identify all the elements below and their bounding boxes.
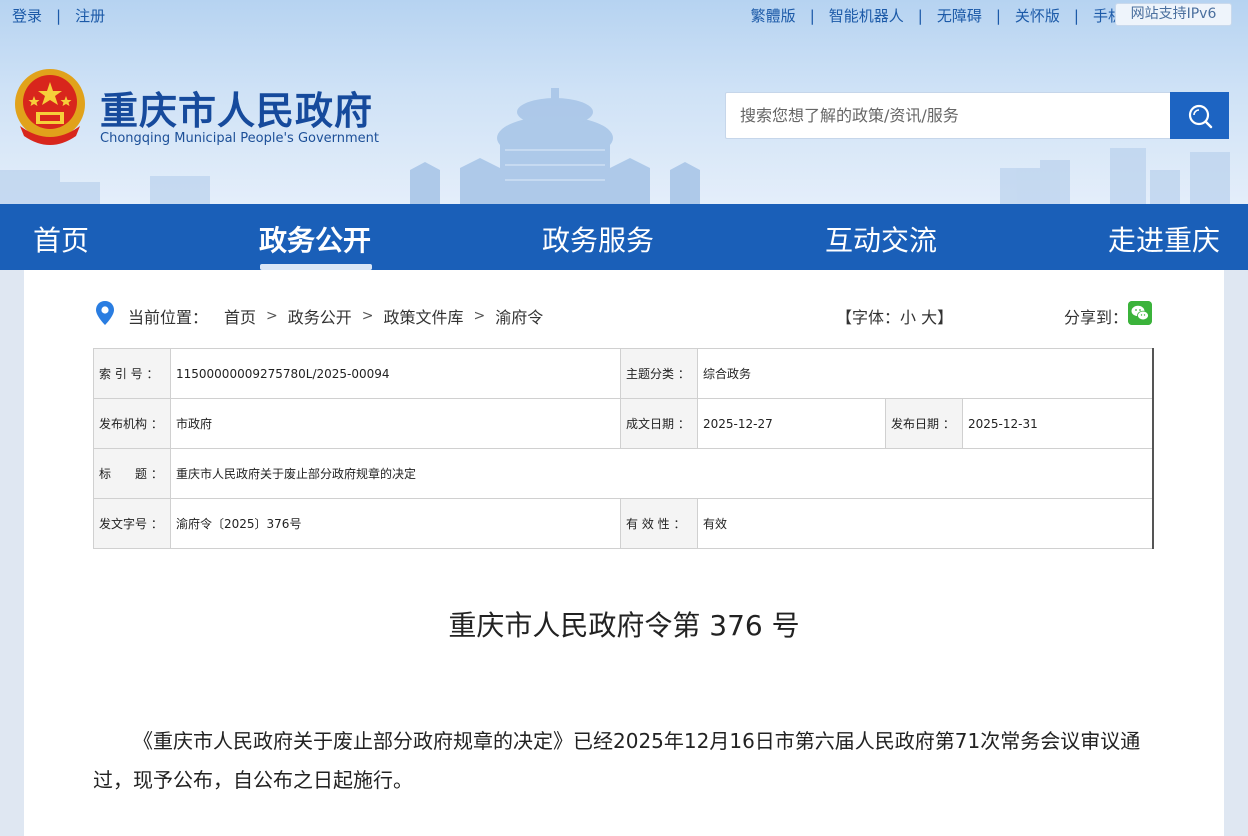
- smart-robot-link[interactable]: 智能机器人: [829, 5, 904, 26]
- nav-item-home[interactable]: 首页: [33, 219, 89, 259]
- breadcrumb-current[interactable]: 渝府令: [495, 304, 543, 328]
- breadcrumb-government-affairs[interactable]: 政务公开: [288, 304, 352, 328]
- separator: |: [1073, 6, 1079, 25]
- document-number-value: 渝府令〔2025〕376号: [170, 498, 621, 549]
- site-header: 登录 | 注册 繁體版 | 智能机器人 | 无障碍 | 关怀版 | 手机版 网站…: [0, 0, 1248, 204]
- title-value: 重庆市人民政府关于废止部分政府规章的决定: [170, 448, 1154, 499]
- share-label: 分享到：: [1064, 308, 1129, 327]
- breadcrumb-separator: >: [361, 308, 374, 324]
- document-body: 《重庆市人民政府关于废止部分政府规章的决定》已经2025年12月16日市第六届人…: [93, 729, 1141, 792]
- main-nav: 首页 政务公开 政务服务 互动交流 走进重庆: [0, 204, 1248, 270]
- location-pin-icon: [96, 301, 114, 325]
- top-utility-bar: 登录 | 注册 繁體版 | 智能机器人 | 无障碍 | 关怀版 | 手机版 网站…: [0, 0, 1248, 30]
- index-number-value: 11500000009275780L/2025-00094: [170, 348, 621, 399]
- table-row: 索 引 号 ： 11500000009275780L/2025-00094 主题…: [93, 348, 1154, 399]
- validity-value: 有效: [697, 498, 1154, 549]
- nav-item-about-chongqing[interactable]: 走进重庆: [1108, 219, 1220, 259]
- search-box: [725, 92, 1229, 139]
- document-number-label: 发文字号 ：: [93, 498, 171, 549]
- search-input[interactable]: [726, 93, 1170, 138]
- title-label: 标 题 ：: [93, 448, 171, 499]
- index-number-label: 索 引 号 ：: [93, 348, 171, 399]
- wechat-share-icon[interactable]: [1128, 301, 1152, 325]
- table-row: 标 题 ： 重庆市人民政府关于废止部分政府规章的决定: [93, 448, 1154, 499]
- table-row: 发布机构 ： 市政府 成文日期 ： 2025-12-27 发布日期 ： 2025…: [93, 398, 1154, 449]
- publisher-value: 市政府: [170, 398, 621, 449]
- breadcrumb-home[interactable]: 首页: [224, 304, 256, 328]
- elderly-care-link[interactable]: 关怀版: [1015, 5, 1060, 26]
- table-row: 发文字号 ： 渝府令〔2025〕376号 有 效 性 ： 有效: [93, 498, 1154, 549]
- document-heading: 重庆市人民政府令第 376 号: [448, 609, 800, 642]
- created-date-label: 成文日期 ：: [620, 398, 698, 449]
- login-link[interactable]: 登录: [12, 5, 42, 26]
- breadcrumb-separator: >: [473, 308, 486, 324]
- search-button[interactable]: [1170, 92, 1229, 139]
- topic-label: 主题分类 ：: [620, 348, 698, 399]
- nav-item-government-services[interactable]: 政务服务: [542, 219, 654, 259]
- national-emblem-icon: [15, 69, 85, 145]
- breadcrumb: 当前位置： 首页 > 政务公开 > 政策文件库 > 渝府令: [128, 304, 543, 328]
- separator: |: [809, 6, 815, 25]
- separator: |: [56, 6, 62, 25]
- search-icon: [1188, 104, 1212, 128]
- created-date-value: 2025-12-27: [697, 398, 886, 449]
- document-info-table: 索 引 号 ： 11500000009275780L/2025-00094 主题…: [93, 348, 1154, 549]
- separator: |: [995, 6, 1001, 25]
- main-content: 当前位置： 首页 > 政务公开 > 政策文件库 > 渝府令 【字体：小 大】 分…: [24, 270, 1224, 836]
- nav-item-interaction[interactable]: 互动交流: [825, 219, 937, 259]
- nav-item-government-affairs-disclosure[interactable]: 政务公开: [259, 219, 371, 259]
- breadcrumb-bar: 当前位置： 首页 > 政务公开 > 政策文件库 > 渝府令 【字体：小 大】 分…: [24, 270, 1224, 348]
- register-link[interactable]: 注册: [75, 5, 105, 26]
- separator: |: [917, 6, 923, 25]
- validity-label: 有 效 性 ：: [620, 498, 698, 549]
- site-title[interactable]: 重庆市人民政府: [100, 80, 373, 135]
- traditional-chinese-link[interactable]: 繁體版: [751, 5, 796, 26]
- topic-value: 综合政务: [697, 348, 1154, 399]
- breadcrumb-separator: >: [266, 308, 278, 324]
- accessibility-link[interactable]: 无障碍: [937, 5, 982, 26]
- published-date-label: 发布日期 ：: [885, 398, 963, 449]
- breadcrumb-policy-library[interactable]: 政策文件库: [384, 304, 464, 328]
- font-size-control[interactable]: 【字体：小 大】: [836, 304, 953, 328]
- breadcrumb-label: 当前位置：: [128, 308, 209, 327]
- ipv6-badge: 网站支持IPv6: [1115, 3, 1232, 26]
- published-date-value: 2025-12-31: [962, 398, 1154, 449]
- publisher-label: 发布机构 ：: [93, 398, 171, 449]
- site-subtitle: Chongqing Municipal People's Government: [100, 131, 380, 146]
